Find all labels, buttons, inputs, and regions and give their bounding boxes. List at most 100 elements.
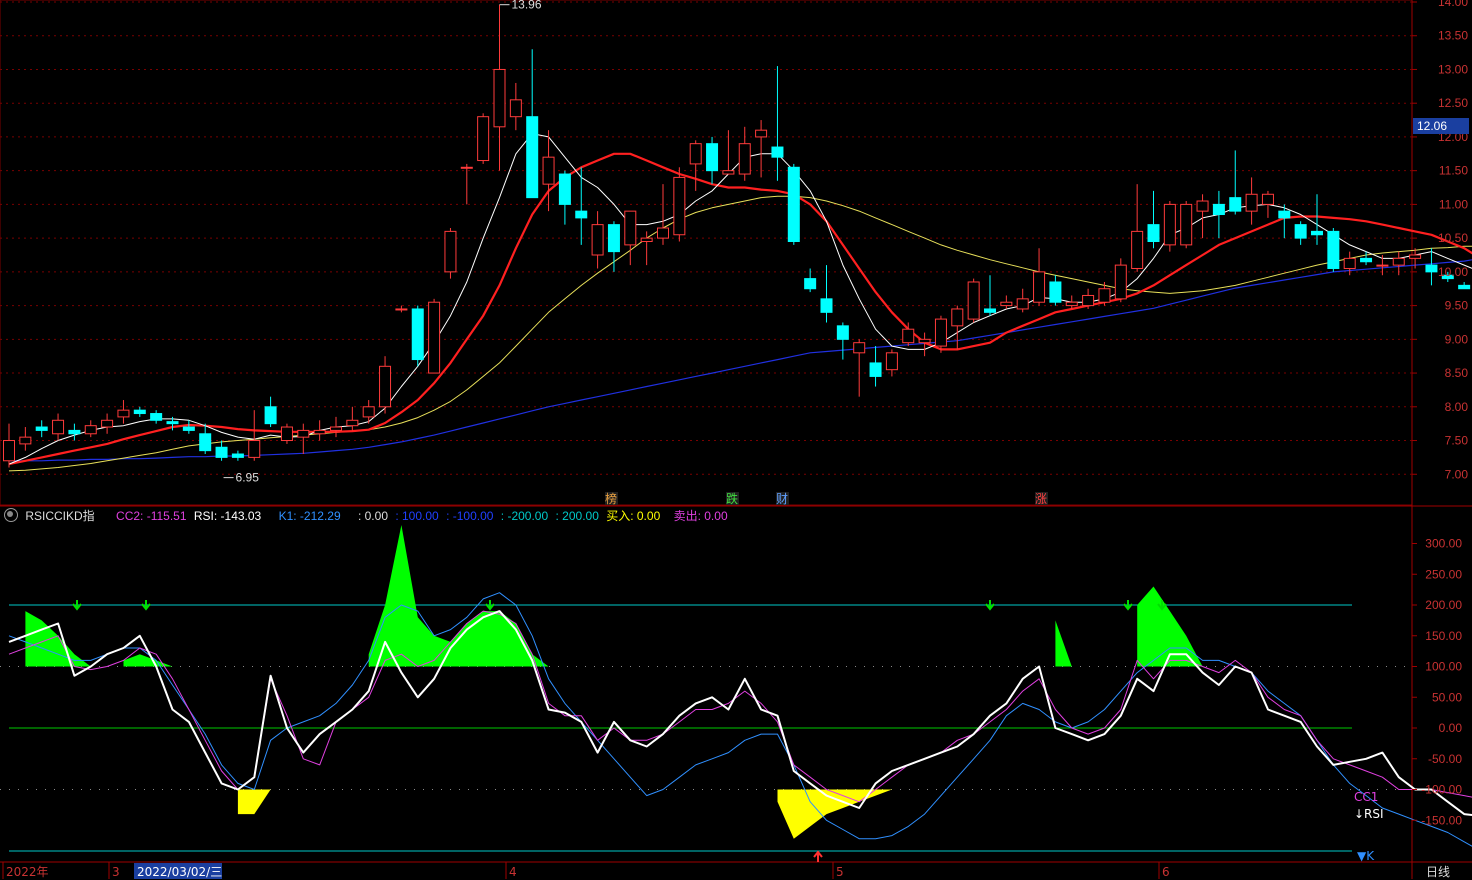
sell-signal-arrow xyxy=(986,600,994,609)
candle-body-up xyxy=(1393,258,1404,265)
candle-body-down xyxy=(69,430,80,433)
event-marker: 涨 xyxy=(1035,491,1047,506)
price-tick-label: 7.50 xyxy=(1445,434,1469,448)
cc2-value: CC2: -115.51 xyxy=(116,509,186,523)
candle-body-up xyxy=(935,319,946,346)
cc1-negative-fill xyxy=(238,790,271,815)
candle-body-up xyxy=(658,228,669,238)
indicator-axis: 300.00250.00200.00150.00100.0050.000.00-… xyxy=(1412,537,1462,828)
cc1-positive-fill xyxy=(369,525,549,667)
candle-body-up xyxy=(886,353,897,370)
candle-body-up xyxy=(625,211,636,245)
candle-body-up xyxy=(445,231,456,271)
candle-body-down xyxy=(805,279,816,289)
ma5-line xyxy=(9,134,1472,465)
time-tick-label: 4 xyxy=(509,865,517,879)
price-tick-label: 8.50 xyxy=(1445,366,1469,380)
buy-signal-arrow xyxy=(814,852,822,862)
event-marker: 跌 xyxy=(726,491,738,506)
candle-body-down xyxy=(1312,231,1323,234)
candle-body-up xyxy=(1034,272,1045,302)
price-tick-label: 8.00 xyxy=(1445,400,1469,414)
candle-body-down xyxy=(821,299,832,312)
price-tick-label: 7.00 xyxy=(1445,467,1469,481)
event-marker: 榜 xyxy=(605,491,617,506)
candle-body-up xyxy=(1164,204,1175,244)
candle-body-up xyxy=(102,420,113,427)
candle-body-up xyxy=(494,69,505,126)
indicator-tick-label: 50.00 xyxy=(1432,690,1462,704)
low-label: 6.95 xyxy=(236,471,260,485)
zero-value: : 0.00 xyxy=(358,509,388,523)
period-label[interactable]: 日线 xyxy=(1426,863,1450,880)
cc1-positive-fill xyxy=(124,654,173,666)
indicator-settings-icon[interactable] xyxy=(4,508,18,522)
time-tick-label: 3 xyxy=(112,865,120,879)
k-line xyxy=(9,593,1472,859)
candle-body-down xyxy=(1230,198,1241,211)
candle-body-down xyxy=(1361,258,1372,261)
candle-body-up xyxy=(968,282,979,319)
indicator-tick-label: -150.00 xyxy=(1421,813,1462,827)
indicator-tick-label: -50.00 xyxy=(1428,752,1462,766)
indicator-name[interactable]: RSICCIKD指 xyxy=(25,509,94,523)
ma60-line xyxy=(9,256,1472,461)
candle-body-up xyxy=(314,430,325,433)
candle-body-down xyxy=(200,434,211,451)
candle-body-down xyxy=(1279,211,1290,218)
cc1-positive-fill xyxy=(1055,620,1071,666)
stock-chart[interactable]: CC1↓RSI▼K 14.0013.5013.0012.5012.0011.50… xyxy=(0,0,1472,879)
indicator-tick-label: 150.00 xyxy=(1425,629,1462,643)
candle-body-down xyxy=(870,363,881,376)
candle-body-down xyxy=(412,309,423,360)
k1-value: K1: -212.29 xyxy=(279,509,341,523)
candle-body-down xyxy=(1459,285,1470,288)
sell-signal-arrow xyxy=(73,600,81,609)
candle-body-down xyxy=(1426,265,1437,272)
price-tick-label: 9.50 xyxy=(1445,299,1469,313)
candle-body-up xyxy=(118,410,129,417)
candle-body-up xyxy=(53,420,64,433)
price-tick-label: 12.50 xyxy=(1438,96,1468,110)
candle-body-down xyxy=(183,427,194,430)
indicator-panel: CC1↓RSI▼K xyxy=(0,525,1472,863)
candlesticks xyxy=(4,5,1472,468)
candle-body-up xyxy=(1017,299,1028,309)
candle-body-down xyxy=(985,309,996,312)
candle-body-down xyxy=(216,447,227,457)
candle-body-up xyxy=(1066,302,1077,305)
indicator-header: RSICCIKD指 CC2: -115.51 RSI: -143.03 K1: … xyxy=(0,507,1412,525)
candle-body-up xyxy=(4,441,15,461)
price-tick-label: 10.00 xyxy=(1438,265,1468,279)
candle-body-down xyxy=(576,211,587,218)
cc1-negative-fill xyxy=(778,790,892,839)
rsi-end-label: ↓RSI xyxy=(1354,807,1384,821)
cursor-date-label: 2022/03/02/三 xyxy=(137,865,222,879)
candle-body-up xyxy=(1132,231,1143,268)
ma20-line xyxy=(9,196,1472,471)
event-marker: 财 xyxy=(776,492,788,506)
candle-body-up xyxy=(363,407,374,417)
k-end-label: ▼K xyxy=(1357,849,1375,863)
hundred-value: : 100.00 xyxy=(395,509,438,523)
candle-body-up xyxy=(1410,255,1421,258)
candle-body-down xyxy=(1148,225,1159,242)
indicator-tick-label: 250.00 xyxy=(1425,567,1462,581)
price-tick-label: 11.50 xyxy=(1439,164,1468,178)
candle-body-up xyxy=(298,430,309,437)
high-label: 13.96 xyxy=(512,0,542,12)
price-panel-frame xyxy=(0,0,1412,505)
candle-body-down xyxy=(1213,204,1224,214)
candle-body-down xyxy=(1295,225,1306,238)
indicator-tick-label: 200.00 xyxy=(1425,598,1462,612)
candle-body-down xyxy=(232,454,243,457)
candle-body-up xyxy=(478,117,489,161)
sell-signal-arrow xyxy=(1124,600,1132,609)
candle-body-up xyxy=(510,100,521,117)
candle-body-down xyxy=(837,326,848,339)
candle-body-up xyxy=(429,302,440,373)
candle-body-down xyxy=(134,410,145,413)
price-tick-label: 13.50 xyxy=(1438,29,1468,43)
time-axis: 2022年34562022/03/02/三 xyxy=(3,862,1170,879)
candle-body-up xyxy=(461,167,472,168)
